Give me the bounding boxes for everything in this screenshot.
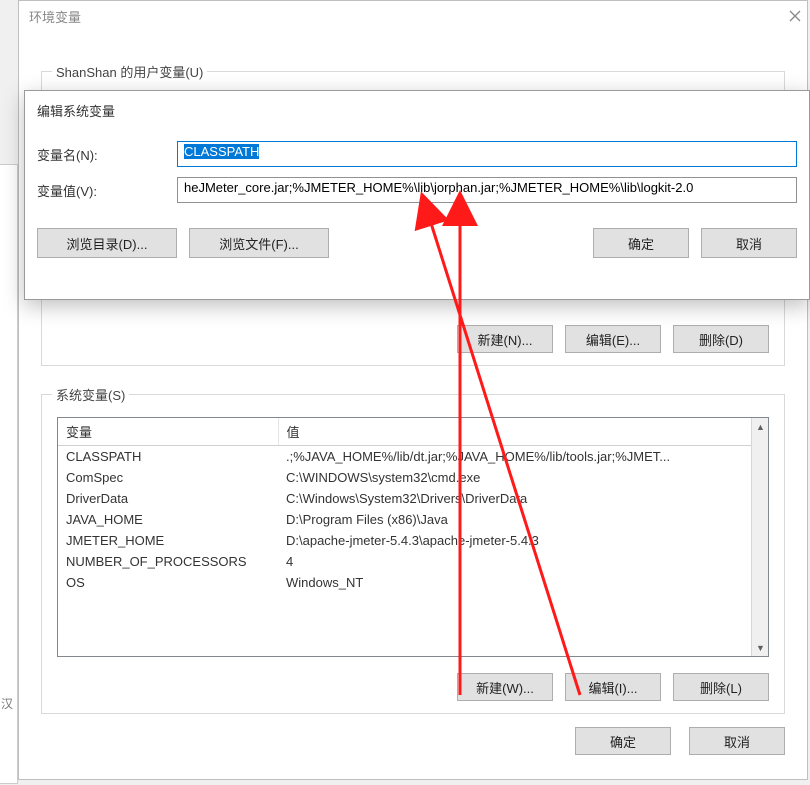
variable-value-row: 变量值(V): heJMeter_core.jar;%JMETER_HOME%\… — [25, 172, 809, 208]
sys-delete-button[interactable]: 删除(L) — [673, 673, 769, 701]
variable-name-row: 变量名(N): CLASSPATH — [25, 136, 809, 172]
user-vars-button-row: 新建(N)... 编辑(E)... 删除(D) — [457, 325, 769, 353]
main-dialog-buttons: 确定 取消 — [575, 727, 785, 755]
variable-value-input[interactable]: heJMeter_core.jar;%JMETER_HOME%\lib\jorp… — [177, 177, 797, 203]
browse-file-button[interactable]: 浏览文件(F)... — [189, 228, 329, 258]
table-row[interactable]: JMETER_HOMED:\apache-jmeter-5.4.3\apache… — [58, 530, 768, 551]
table-row[interactable]: CLASSPATH.;%JAVA_HOME%/lib/dt.jar;%JAVA_… — [58, 446, 768, 468]
table-row[interactable]: OSWindows_NT — [58, 572, 768, 593]
table-row[interactable]: DriverDataC:\Windows\System32\Drivers\Dr… — [58, 488, 768, 509]
user-delete-button[interactable]: 删除(D) — [673, 325, 769, 353]
close-icon[interactable] — [789, 10, 801, 22]
main-ok-button[interactable]: 确定 — [575, 727, 671, 755]
background-strip: 汉 — [0, 164, 18, 784]
col-header-variable[interactable]: 变量 — [58, 418, 278, 446]
window-title: 环境变量 — [29, 7, 81, 26]
side-tab: 汉 — [0, 695, 16, 717]
scrollbar[interactable]: ▲ ▼ — [751, 418, 768, 656]
main-cancel-button[interactable]: 取消 — [689, 727, 785, 755]
col-header-value[interactable]: 值 — [278, 418, 768, 446]
edit-ok-button[interactable]: 确定 — [593, 228, 689, 258]
sys-new-button[interactable]: 新建(W)... — [457, 673, 553, 701]
titlebar: 环境变量 — [19, 1, 807, 31]
user-vars-group-label: ShanShan 的用户变量(U) — [52, 62, 207, 81]
user-edit-button[interactable]: 编辑(E)... — [565, 325, 661, 353]
user-new-button[interactable]: 新建(N)... — [457, 325, 553, 353]
table-row[interactable]: JAVA_HOMED:\Program Files (x86)\Java — [58, 509, 768, 530]
scroll-up-icon[interactable]: ▲ — [752, 418, 769, 435]
edit-window-title: 编辑系统变量 — [25, 91, 809, 136]
system-vars-group-label: 系统变量(S) — [52, 385, 129, 404]
variable-name-input[interactable]: CLASSPATH — [177, 141, 797, 167]
edit-system-variable-window: 编辑系统变量 变量名(N): CLASSPATH 变量值(V): heJMete… — [24, 90, 810, 300]
browse-dir-button[interactable]: 浏览目录(D)... — [37, 228, 177, 258]
variable-value-label: 变量值(V): — [37, 181, 177, 200]
edit-cancel-button[interactable]: 取消 — [701, 228, 797, 258]
table-row[interactable]: ComSpecC:\WINDOWS\system32\cmd.exe — [58, 467, 768, 488]
variable-name-label: 变量名(N): — [37, 145, 177, 164]
system-vars-button-row: 新建(W)... 编辑(I)... 删除(L) — [457, 673, 769, 701]
system-vars-group: 系统变量(S) 变量 值 CLASSPATH.;%JAVA_HOME%/lib/… — [41, 394, 785, 714]
system-vars-list[interactable]: 变量 值 CLASSPATH.;%JAVA_HOME%/lib/dt.jar;%… — [57, 417, 769, 657]
sys-edit-button[interactable]: 编辑(I)... — [565, 673, 661, 701]
edit-window-buttons: 浏览目录(D)... 浏览文件(F)... 确定 取消 — [25, 208, 809, 258]
scroll-down-icon[interactable]: ▼ — [752, 639, 769, 656]
table-row[interactable]: NUMBER_OF_PROCESSORS4 — [58, 551, 768, 572]
